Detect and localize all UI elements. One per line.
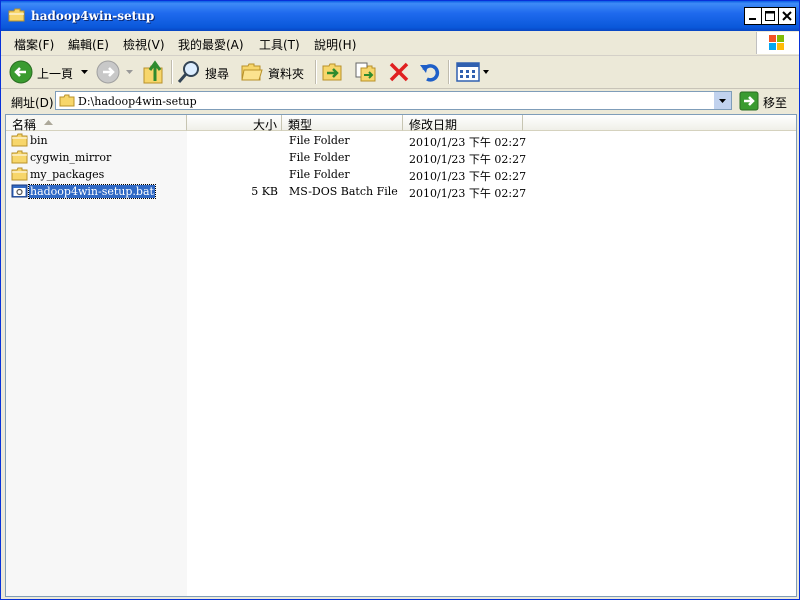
column-header-type[interactable]: 類型 (282, 115, 403, 132)
minimize-icon (749, 18, 756, 20)
file-name: bin (30, 134, 48, 147)
maximize-icon (765, 11, 775, 21)
windows-logo (756, 32, 799, 54)
delete-x-icon (389, 62, 409, 82)
column-header-modified-label: 修改日期 (409, 118, 458, 132)
column-header-size-label: 大小 (252, 118, 277, 132)
folder-icon (11, 167, 28, 181)
back-label: 上一頁 (37, 67, 74, 81)
folder-icon (11, 150, 28, 164)
list-item-selected[interactable]: hadoop4win-setup.bat 5 KB MS-DOS Batch F… (6, 183, 796, 200)
file-modified: 2010/1/23 下午 02:27 (409, 136, 527, 149)
move-to-button[interactable] (321, 60, 345, 84)
chevron-down-icon (126, 70, 133, 74)
folder-icon (59, 94, 75, 107)
address-bar: 網址(D) D:\hadoop4win-setup 移至 (1, 89, 799, 113)
address-dropdown-button[interactable] (713, 92, 731, 109)
copy-to-button[interactable] (353, 60, 377, 84)
file-type: File Folder (289, 168, 350, 181)
address-value: D:\hadoop4win-setup (78, 95, 197, 108)
chevron-down-icon (81, 70, 88, 74)
menu-bar: 檔案(F) 編輯(E) 檢視(V) 我的最愛(A) 工具(T) 說明(H) (1, 31, 799, 56)
column-header-size[interactable]: 大小 (187, 115, 282, 132)
sort-ascending-icon (44, 120, 53, 125)
go-button[interactable]: 移至 (739, 91, 794, 111)
back-button[interactable]: 上一頁 (9, 60, 89, 84)
menu-tools[interactable]: 工具(T) (259, 36, 300, 53)
menu-favorites[interactable]: 我的最愛(A) (178, 36, 244, 53)
list-item[interactable]: cygwin_mirror File Folder 2010/1/23 下午 0… (6, 149, 796, 166)
folder-icon (8, 8, 25, 22)
close-icon (782, 11, 792, 21)
list-item[interactable]: bin File Folder 2010/1/23 下午 02:27 (6, 132, 796, 149)
undo-icon (420, 64, 440, 82)
file-type: File Folder (289, 151, 350, 164)
up-folder-button[interactable] (142, 59, 166, 85)
toolbar: 上一頁 搜尋 資料夾 (1, 56, 799, 89)
file-modified: 2010/1/23 下午 02:27 (409, 153, 527, 166)
menu-edit[interactable]: 編輯(E) (68, 36, 109, 53)
forward-button[interactable] (96, 60, 136, 84)
copy-to-folder-icon (355, 62, 376, 82)
title-bar[interactable]: hadoop4win-setup (1, 1, 799, 31)
column-header-type-label: 類型 (288, 118, 313, 132)
up-folder-icon (143, 60, 163, 84)
batch-file-icon (11, 184, 28, 198)
file-modified: 2010/1/23 下午 02:27 (409, 187, 527, 200)
address-label: 網址(D) (11, 96, 54, 110)
minimize-button[interactable] (744, 7, 762, 25)
column-header-modified[interactable]: 修改日期 (403, 115, 523, 132)
file-type: MS-DOS Batch File (289, 185, 398, 198)
toolbar-separator (171, 60, 173, 84)
folder-icon (11, 133, 28, 147)
folders-icon (241, 63, 263, 81)
move-to-folder-icon (322, 63, 342, 81)
search-label: 搜尋 (205, 67, 230, 81)
folders-button[interactable]: 資料夾 (240, 60, 310, 84)
file-type: File Folder (289, 134, 350, 147)
file-modified: 2010/1/23 下午 02:27 (409, 170, 527, 183)
address-input[interactable]: D:\hadoop4win-setup (55, 91, 732, 110)
list-item[interactable]: my_packages File Folder 2010/1/23 下午 02:… (6, 166, 796, 183)
close-button[interactable] (778, 7, 796, 25)
menu-view[interactable]: 檢視(V) (123, 36, 165, 53)
file-size: 5 KB (251, 185, 278, 198)
views-button[interactable] (455, 61, 491, 83)
column-header-name[interactable]: 名稱 (6, 115, 187, 132)
menu-file[interactable]: 檔案(F) (14, 36, 54, 53)
toolbar-separator (315, 60, 317, 84)
go-label: 移至 (763, 96, 788, 110)
folders-label: 資料夾 (268, 67, 305, 81)
column-header-filler (523, 115, 796, 131)
search-icon (177, 61, 199, 83)
back-arrow-icon (9, 60, 33, 84)
toolbar-separator (448, 60, 450, 84)
windows-flag-icon (769, 35, 784, 50)
sorted-column-shade (6, 131, 187, 596)
views-icon (456, 62, 489, 82)
file-list-view[interactable]: 名稱 大小 類型 修改日期 bin File Folder 2010/1/23 … (5, 114, 797, 597)
delete-button[interactable] (387, 60, 411, 84)
file-name: my_packages (30, 168, 105, 181)
maximize-button[interactable] (761, 7, 779, 25)
window-title: hadoop4win-setup (31, 9, 155, 23)
go-arrow-icon (739, 91, 759, 111)
column-header-name-label: 名稱 (12, 118, 37, 132)
menu-help[interactable]: 說明(H) (314, 36, 356, 53)
undo-button[interactable] (418, 60, 442, 84)
search-button[interactable]: 搜尋 (177, 60, 233, 84)
explorer-window: hadoop4win-setup 檔案(F) 編輯(E) 檢視(V) 我的最愛(… (0, 0, 800, 600)
forward-arrow-icon (96, 60, 120, 84)
file-name: hadoop4win-setup.bat (28, 184, 156, 199)
chevron-down-icon (719, 99, 726, 103)
file-name: cygwin_mirror (30, 151, 112, 164)
